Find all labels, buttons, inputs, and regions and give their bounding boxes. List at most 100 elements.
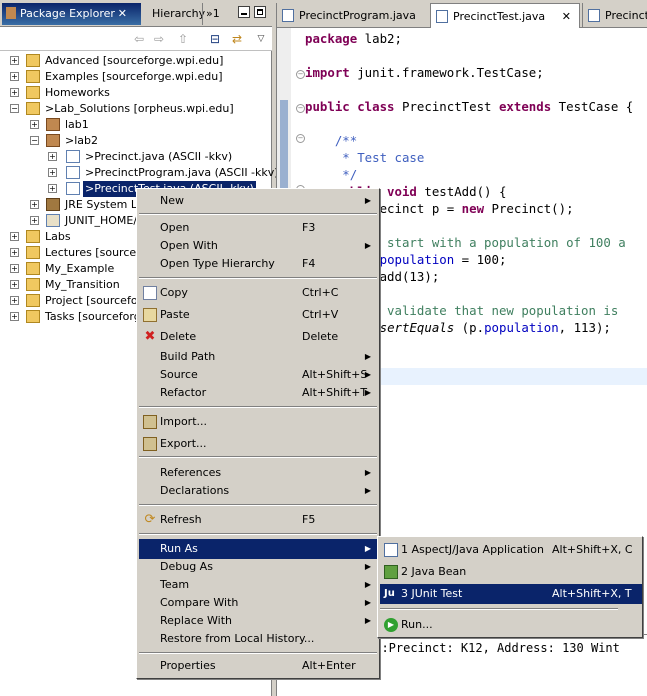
expand-icon[interactable]: + — [30, 216, 39, 225]
menu-item-open-with[interactable]: Open With ▶ — [139, 236, 377, 256]
expand-icon[interactable]: + — [10, 88, 19, 97]
forward-icon[interactable]: ⇨ — [152, 32, 166, 46]
menu-item-aspectj-application[interactable]: 1 AspectJ/Java Application Alt+Shift+X, C — [380, 540, 642, 560]
menu-item-declarations[interactable]: Declarations ▶ — [139, 481, 377, 501]
menu-item-copy[interactable]: Copy Ctrl+C — [139, 283, 377, 303]
expand-icon[interactable]: + — [30, 120, 39, 129]
refresh-icon: ⟳ — [144, 512, 156, 527]
project-folder-icon — [26, 70, 40, 83]
minimize-icon[interactable] — [238, 6, 250, 18]
expand-icon[interactable]: + — [10, 232, 19, 241]
fold-collapse-icon[interactable]: − — [296, 134, 305, 143]
menu-item-export[interactable]: Export... — [139, 434, 377, 454]
up-icon[interactable]: ⇧ — [176, 32, 190, 46]
menu-separator — [139, 213, 377, 215]
tree-item[interactable]: + Examples [sourceforge.wpi.edu] — [0, 69, 271, 85]
fold-collapse-icon[interactable]: − — [296, 104, 305, 113]
menu-separator — [139, 406, 377, 408]
expand-icon[interactable]: + — [10, 248, 19, 257]
tab-precincttest[interactable]: PrecinctTest.java ✕ — [430, 3, 580, 28]
collapse-all-icon[interactable]: ⊟ — [208, 32, 222, 46]
menu-separator — [139, 533, 377, 535]
collapse-icon[interactable]: − — [30, 136, 39, 145]
java-file-icon — [282, 9, 294, 22]
project-folder-icon — [26, 294, 40, 307]
jar-icon — [46, 214, 60, 227]
expand-icon[interactable]: + — [10, 280, 19, 289]
menu-item-paste[interactable]: Paste Ctrl+V — [139, 305, 377, 325]
menu-item-properties[interactable]: Properties Alt+Enter — [139, 656, 377, 676]
menu-item-delete[interactable]: ✖ Delete Delete — [139, 327, 377, 347]
expand-icon[interactable]: + — [48, 184, 57, 193]
menu-item-new[interactable]: New ▶ — [139, 191, 377, 211]
project-folder-icon — [26, 230, 40, 243]
menu-item-replace-with[interactable]: Replace With ▶ — [139, 611, 377, 631]
code-line: package lab2; — [305, 31, 402, 46]
menu-item-open-type-hierarchy[interactable]: Open Type Hierarchy F4 — [139, 254, 377, 274]
tree-item[interactable]: − >Lab_Solutions [orpheus.wpi.edu] — [0, 101, 271, 117]
delete-icon: ✖ — [144, 329, 156, 344]
back-icon[interactable]: ⇦ — [132, 32, 146, 46]
expand-icon[interactable]: + — [30, 200, 39, 209]
view-tab-bar: Package Explorer ✕ Hierarchy »1 — [0, 0, 272, 27]
project-folder-icon — [26, 54, 40, 67]
menu-item-refresh[interactable]: ⟳ Refresh F5 — [139, 510, 377, 530]
project-folder-icon — [26, 278, 40, 291]
tree-item[interactable]: + lab1 — [0, 117, 271, 133]
tree-item[interactable]: + Advanced [sourceforge.wpi.edu] — [0, 53, 271, 69]
menu-item-team[interactable]: Team ▶ — [139, 575, 377, 595]
menu-item-source[interactable]: Source Alt+Shift+S ▶ — [139, 365, 377, 385]
tree-item[interactable]: − >lab2 — [0, 133, 271, 149]
menu-separator — [139, 456, 377, 458]
tab-overflow[interactable]: »1 — [202, 3, 226, 25]
tree-item[interactable]: + >Precinct.java (ASCII -kkv) — [0, 149, 271, 165]
tab-precinct[interactable]: Precinct.java — [582, 3, 647, 28]
java-file-icon — [66, 182, 80, 195]
link-with-editor-icon[interactable]: ⇄ — [230, 32, 244, 46]
menu-item-references[interactable]: References ▶ — [139, 463, 377, 483]
view-controls — [238, 6, 268, 20]
menu-item-refactor[interactable]: Refactor Alt+Shift+T ▶ — [139, 383, 377, 403]
close-icon[interactable]: ✕ — [118, 3, 127, 25]
project-folder-icon — [26, 310, 40, 323]
menu-item-debug-as[interactable]: Debug As ▶ — [139, 557, 377, 577]
menu-item-import[interactable]: Import... — [139, 412, 377, 432]
expand-icon[interactable]: + — [10, 72, 19, 81]
expand-icon[interactable]: + — [48, 168, 57, 177]
view-menu-icon[interactable]: ▽ — [254, 32, 268, 46]
code-line: import junit.framework.TestCase; — [305, 65, 544, 80]
import-icon — [143, 415, 157, 429]
menu-separator — [380, 608, 618, 610]
menu-separator — [139, 504, 377, 506]
code-line: public class PrecinctTest extends TestCa… — [305, 99, 634, 114]
menu-item-compare-with[interactable]: Compare With ▶ — [139, 593, 377, 613]
expand-icon[interactable]: + — [48, 152, 57, 161]
menu-item-run-as[interactable]: Run As ▶ — [139, 539, 377, 559]
tab-precinctprogram[interactable]: PrecinctProgram.java — [276, 3, 426, 28]
tree-item[interactable]: + >PrecinctProgram.java (ASCII -kkv) — [0, 165, 279, 181]
tab-hierarchy[interactable]: Hierarchy — [146, 3, 205, 25]
fold-collapse-icon[interactable]: − — [296, 70, 305, 79]
collapse-icon[interactable]: − — [10, 104, 19, 113]
java-bean-icon — [384, 565, 398, 579]
tab-package-explorer[interactable]: Package Explorer ✕ — [2, 3, 141, 25]
run-icon: ▶ — [384, 618, 398, 632]
tree-item[interactable]: + Homeworks — [0, 85, 271, 101]
library-icon — [46, 198, 60, 211]
expand-icon[interactable]: + — [10, 264, 19, 273]
menu-item-open[interactable]: Open F3 — [139, 218, 377, 238]
close-icon[interactable]: ✕ — [562, 4, 571, 29]
menu-item-restore-local-history[interactable]: Restore from Local History... — [139, 629, 377, 649]
menu-item-junit-test[interactable]: Ju 3 JUnit Test Alt+Shift+X, T — [380, 584, 642, 604]
expand-icon[interactable]: + — [10, 56, 19, 65]
expand-icon[interactable]: + — [10, 312, 19, 321]
package-icon — [46, 118, 60, 131]
menu-item-build-path[interactable]: Build Path ▶ — [139, 347, 377, 367]
expand-icon[interactable]: + — [10, 296, 19, 305]
code-line: * Test case — [305, 150, 425, 165]
java-file-icon — [66, 150, 80, 163]
menu-item-java-bean[interactable]: 2 Java Bean — [380, 562, 642, 582]
menu-item-run[interactable]: ▶ Run... — [380, 615, 642, 635]
maximize-icon[interactable] — [254, 6, 266, 18]
java-file-icon — [436, 10, 448, 23]
